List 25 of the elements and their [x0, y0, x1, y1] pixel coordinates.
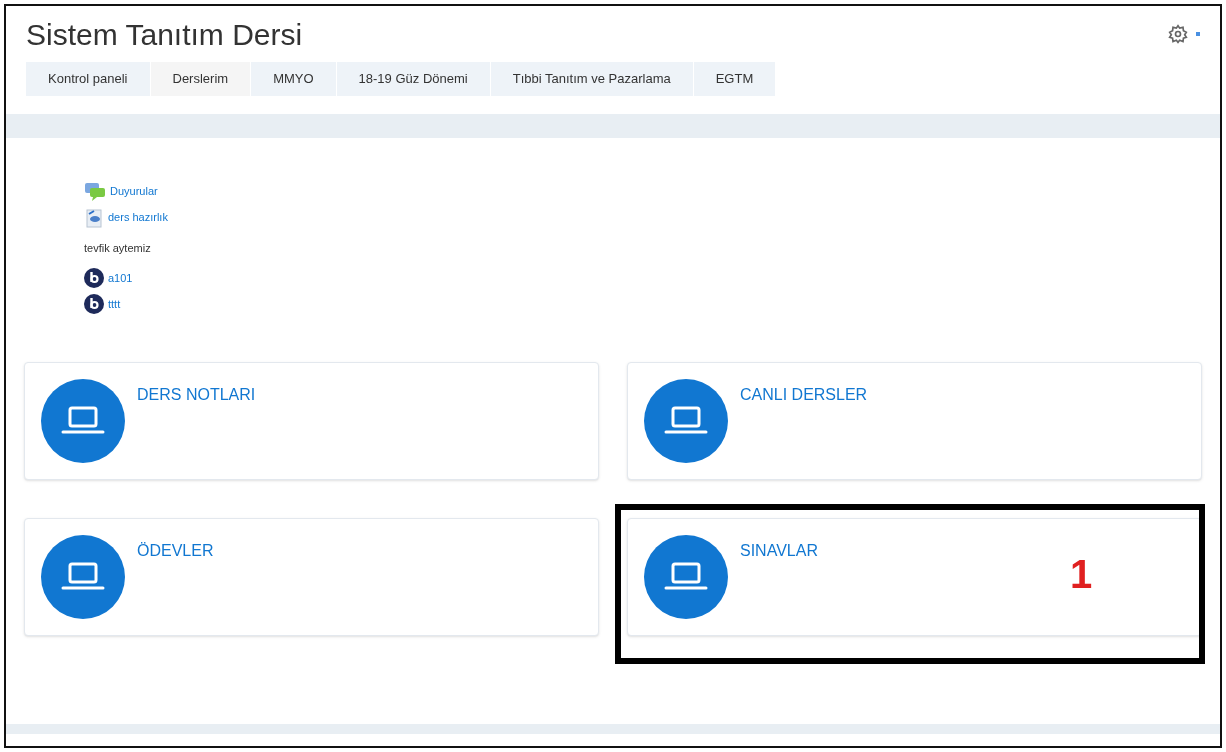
section-card[interactable]: DERS NOTLARI [24, 362, 599, 480]
b-logo-icon [84, 294, 104, 314]
label-text: tevfik aytemiz [84, 240, 151, 256]
activity-link[interactable]: tttt [108, 295, 121, 313]
activity-link[interactable]: Duyurular [110, 183, 158, 200]
breadcrumb-link[interactable]: MMYO [251, 61, 337, 96]
activity-link[interactable]: a101 [108, 269, 133, 287]
section-title[interactable]: DERS NOTLARI [137, 379, 256, 407]
b-logo-icon [84, 268, 104, 288]
page-title: Sistem Tanıtım Dersi [26, 17, 304, 53]
breadcrumb-link[interactable]: Tıbbi Tanıtım ve Pazarlama [490, 61, 694, 96]
section-title[interactable]: CANLI DERSLER [740, 379, 868, 407]
section-title[interactable]: ÖDEVLER [137, 535, 214, 563]
section-card[interactable]: ÖDEVLER [24, 518, 599, 636]
section-card[interactable]: CANLI DERSLER [627, 362, 1202, 480]
breadcrumb-link[interactable]: Derslerim [150, 61, 252, 96]
activity-link[interactable]: ders hazırlık [108, 209, 168, 226]
breadcrumb-link[interactable]: EGTM [693, 61, 777, 96]
breadcrumb-link[interactable]: 18-19 Güz Dönemi [336, 61, 491, 96]
breadcrumb-link[interactable]: Kontrol paneli [26, 61, 151, 96]
settings-icon[interactable] [1168, 24, 1188, 44]
document-icon [84, 207, 104, 228]
callout-number: 1 [1070, 551, 1093, 598]
section-title[interactable]: SINAVLAR [740, 535, 818, 563]
chat-icon [84, 181, 106, 202]
